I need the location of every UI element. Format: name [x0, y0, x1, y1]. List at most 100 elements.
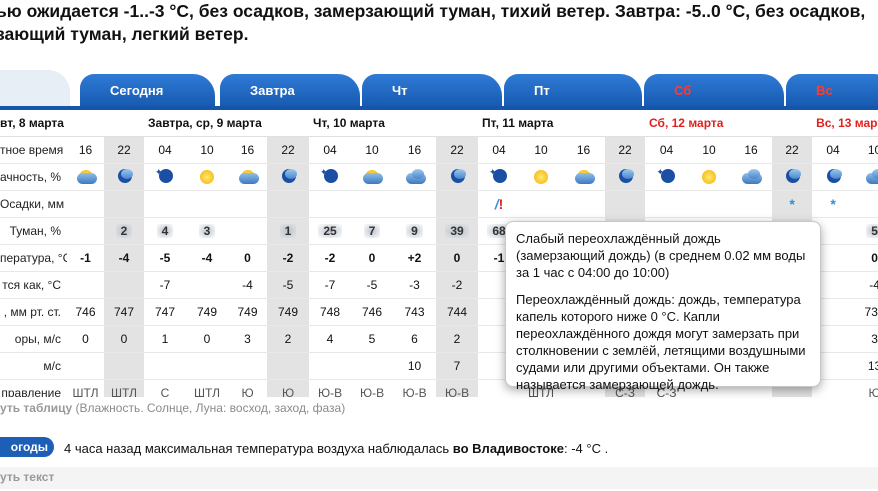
- temp-cell: -1: [67, 244, 104, 272]
- gust-cell: 7: [436, 352, 479, 380]
- fog-cell: 2: [115, 224, 133, 238]
- wind-cell: 2: [436, 325, 479, 353]
- weather-cell[interactable]: [104, 163, 144, 191]
- weather-cell[interactable]: [854, 163, 878, 191]
- pressure-cell: 749: [267, 298, 310, 326]
- weather-cell[interactable]: [812, 163, 855, 191]
- weather-cell[interactable]: ✦: [645, 163, 689, 191]
- tab-tomorrow[interactable]: Завтра: [220, 74, 360, 110]
- weather-cell[interactable]: [688, 163, 731, 191]
- weather-cell[interactable]: [228, 163, 267, 191]
- feels-cell: -7: [309, 271, 352, 299]
- wind-cell: 2: [267, 325, 310, 353]
- time-cell: 22: [772, 136, 813, 164]
- expand-table-link-row: уть таблицу (Влажность. Солнце, Луна: во…: [0, 397, 878, 419]
- temp-cell: -2: [309, 244, 352, 272]
- weather-cell[interactable]: [186, 163, 228, 191]
- temp-cell: 0: [228, 244, 267, 272]
- feels-cell: -2: [436, 271, 479, 299]
- fog-cell: 5: [866, 224, 878, 238]
- expand-table-link[interactable]: уть таблицу (Влажность. Солнце, Луна: во…: [0, 401, 345, 415]
- time-cell: 16: [228, 136, 267, 164]
- temp-cell: +2: [393, 244, 437, 272]
- weather-cell[interactable]: [267, 163, 310, 191]
- tooltip-description: Переохлаждённый дождь: дождь, температур…: [516, 292, 806, 392]
- tab-today[interactable]: Сегодня: [80, 74, 215, 110]
- fog-cell: 39: [445, 224, 469, 238]
- time-cell: 22: [267, 136, 310, 164]
- row-label-gusts: оры, м/с: [14, 332, 61, 346]
- weather-cell[interactable]: ✦: [144, 163, 186, 191]
- tooltip-summary: Слабый переохлаждённый дождь (замерзающи…: [516, 231, 806, 280]
- weather-cell[interactable]: ✦: [478, 163, 521, 191]
- time-cell: 10: [351, 136, 394, 164]
- weather-cell[interactable]: [772, 163, 813, 191]
- wind-cell: 0: [67, 325, 104, 353]
- feels-cell: -4: [228, 271, 267, 299]
- night-cloud-icon: [112, 167, 136, 187]
- tab-fri[interactable]: Пт: [504, 74, 642, 110]
- tab-thu[interactable]: Чт: [362, 74, 502, 110]
- pressure-cell: 743: [393, 298, 437, 326]
- feels-cell: -5: [351, 271, 394, 299]
- pressure-cell: 738: [854, 298, 878, 326]
- temp-cell: 0: [854, 244, 878, 272]
- row-label-cloud: ачность, %: [0, 163, 67, 191]
- night-clear-icon: ✦: [153, 167, 177, 187]
- day-header: Сб, 12 марта: [645, 110, 813, 137]
- night-cloud-icon: [445, 167, 469, 187]
- night-cloud-icon: [276, 167, 300, 187]
- precip-cell[interactable]: /!: [478, 190, 521, 218]
- night-cloud-icon: [780, 167, 804, 187]
- gust-cell: 10: [393, 352, 437, 380]
- day-header: Пт, 11 марта: [478, 110, 646, 137]
- weather-cell[interactable]: [520, 163, 563, 191]
- time-row: тное время 16 22 04 10 16 22 04 10 16 22…: [0, 136, 878, 164]
- row-label-feels: тся как, °С: [0, 271, 67, 299]
- pressure-cell: 749: [186, 298, 228, 326]
- weather-cell[interactable]: [351, 163, 394, 191]
- weather-cell[interactable]: [393, 163, 437, 191]
- fog-cell: 4: [156, 224, 174, 238]
- temp-cell: 0: [436, 244, 479, 272]
- cloud-icon: [863, 167, 878, 187]
- weather-cell[interactable]: [67, 163, 104, 191]
- temp-cell: -4: [186, 244, 228, 272]
- pressure-cell: 749: [228, 298, 267, 326]
- sun-icon: [195, 167, 219, 187]
- weather-cell[interactable]: [730, 163, 773, 191]
- precip-row: Осадки, мм /! * *: [0, 190, 878, 218]
- weather-cell[interactable]: [605, 163, 646, 191]
- wind-cell: 0: [104, 325, 144, 353]
- row-label-precip: Осадки, мм: [0, 190, 67, 218]
- sun-icon: [697, 167, 721, 187]
- day-tabs: Сегодня Завтра Чт Пт Сб Вс: [0, 70, 878, 110]
- forecast-summary: ью ожидается -1..-3 °С, без осадков, зам…: [0, 0, 878, 46]
- wind-cell: 0: [186, 325, 228, 353]
- weather-cell[interactable]: [436, 163, 479, 191]
- history-button[interactable]: огоды: [0, 437, 54, 457]
- tab-previous[interactable]: [0, 70, 70, 110]
- cloud-icon: [403, 167, 427, 187]
- time-cell: 16: [393, 136, 437, 164]
- time-cell: 16: [730, 136, 773, 164]
- time-cell: 22: [104, 136, 144, 164]
- cloud-sun-icon: [74, 167, 98, 187]
- time-cell: 04: [309, 136, 352, 164]
- fog-cell: 1: [279, 224, 297, 238]
- expand-text-link[interactable]: уть текст: [0, 470, 54, 484]
- wind-cell: 6: [393, 325, 437, 353]
- tab-sat[interactable]: Сб: [644, 74, 784, 110]
- weather-cell[interactable]: ✦: [309, 163, 352, 191]
- cloud-sun-icon: [236, 167, 260, 187]
- day-header: Чт, 10 марта: [309, 110, 479, 137]
- pressure-cell: 747: [144, 298, 186, 326]
- weather-cell[interactable]: [562, 163, 606, 191]
- warning-icon: !: [498, 196, 504, 212]
- time-cell: 04: [645, 136, 689, 164]
- wind-cell: 4: [309, 325, 352, 353]
- time-cell: 10: [854, 136, 878, 164]
- time-cell: 16: [67, 136, 104, 164]
- gust-cell: 13: [854, 352, 878, 380]
- tab-sun[interactable]: Вс: [786, 74, 878, 110]
